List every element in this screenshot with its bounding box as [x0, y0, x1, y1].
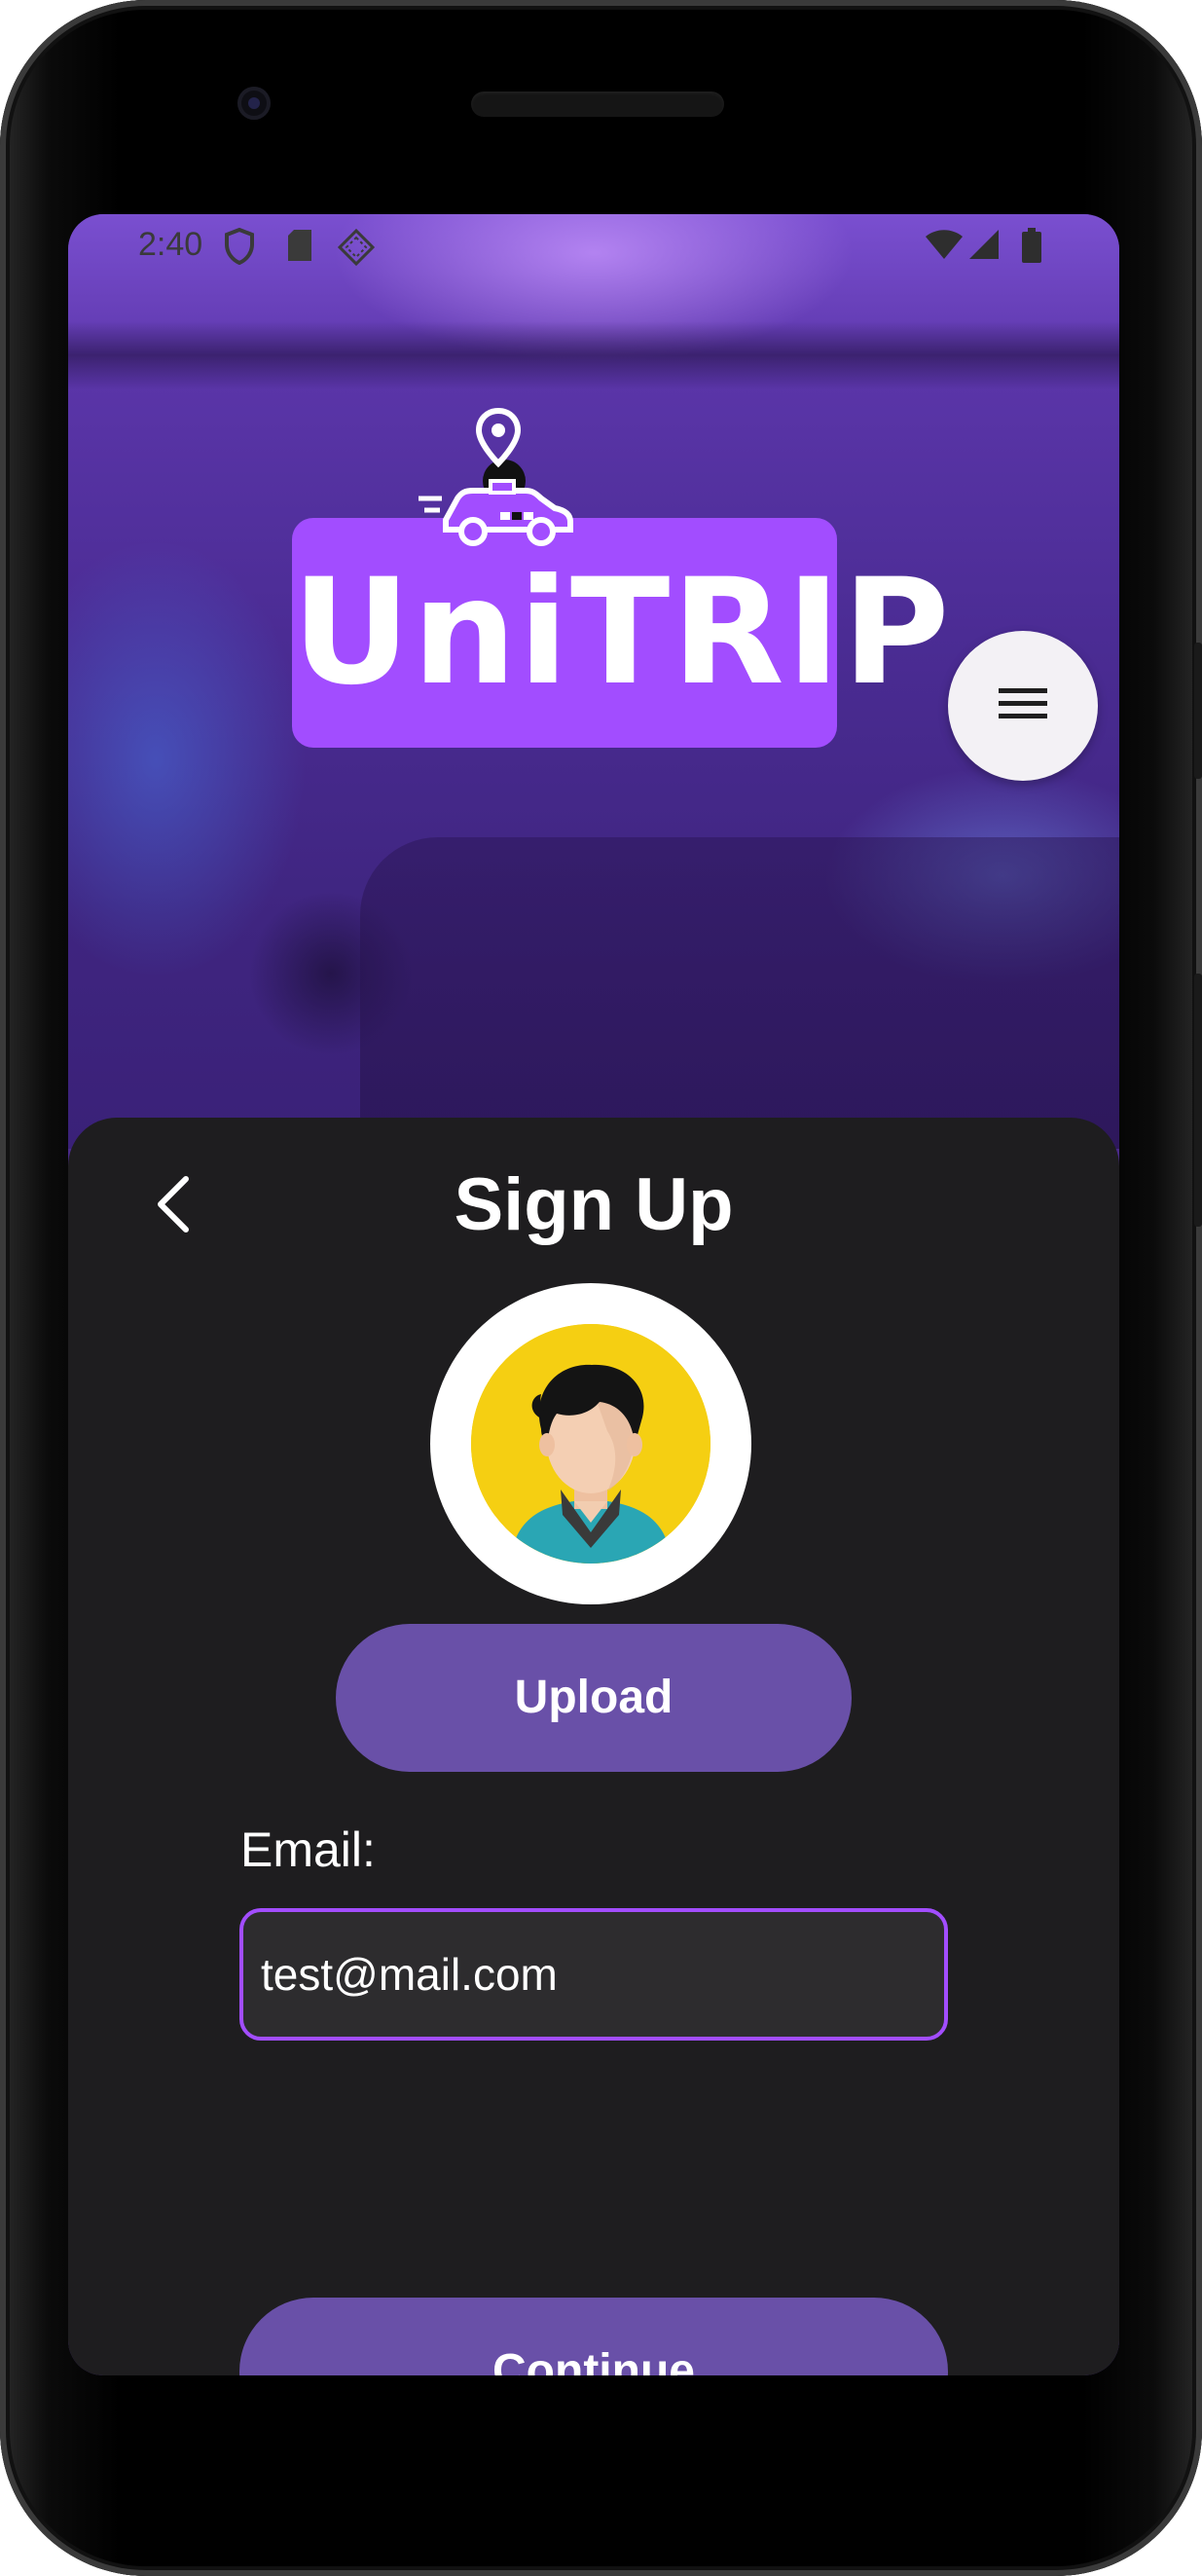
phone-frame: 2:40 UniTRIP Sign Up Upload Email: test@… — [0, 0, 1202, 2576]
status-time: 2:40 — [138, 226, 203, 263]
menu-button[interactable] — [948, 631, 1098, 781]
hamburger-menu-icon — [999, 686, 1047, 726]
email-label: Email: — [240, 1822, 376, 1877]
front-camera — [237, 87, 271, 120]
logo-text: UniTRIP — [292, 548, 952, 718]
earpiece-speaker — [471, 92, 724, 117]
volume-button — [1194, 974, 1202, 1227]
app-screen: 2:40 UniTRIP Sign Up Upload Email: test@… — [68, 214, 1119, 2375]
avatar-picker[interactable] — [430, 1283, 751, 1604]
signal-icon — [967, 228, 1001, 270]
email-field[interactable] — [239, 1908, 948, 2041]
user-avatar — [471, 1324, 710, 1564]
status-bar: 2:40 — [68, 214, 1119, 280]
data-saver-icon — [337, 228, 376, 276]
continue-button[interactable]: Continue — [239, 2298, 948, 2375]
page-title: Sign Up — [454, 1163, 734, 1246]
sign-up-sheet: Sign Up Upload Email: test@mail.com Cont… — [68, 1118, 1119, 2375]
wifi-icon — [925, 228, 964, 270]
shield-icon — [224, 227, 255, 274]
upload-button[interactable]: Upload — [336, 1624, 852, 1772]
brand-logo: UniTRIP — [292, 405, 952, 755]
battery-icon — [1022, 228, 1041, 272]
power-button — [1194, 643, 1202, 779]
taxi-location-icon — [417, 405, 592, 551]
sd-card-icon — [286, 228, 313, 272]
